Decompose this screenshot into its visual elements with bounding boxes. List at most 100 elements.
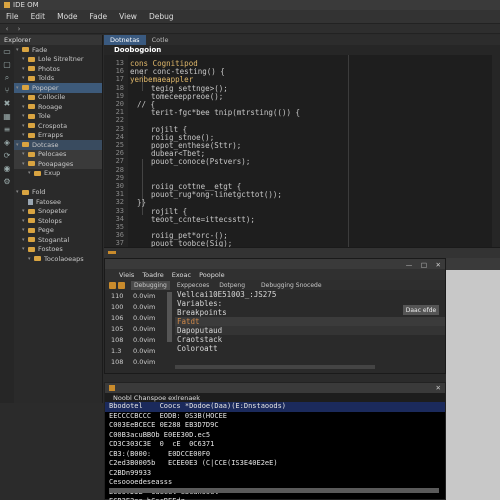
debug-icon[interactable]: ✖ [0,97,14,110]
tree-item[interactable]: ▾ Stogantal [14,235,102,245]
thread-row[interactable]: 105 0.0vim [107,323,171,334]
tree-item[interactable]: Fatosee [14,197,102,207]
thread-row[interactable]: 1.3 0.0vim [107,345,171,356]
terminal-output[interactable]: Bbodotel Coocs *Dodoe(Daa)(E:Dnstaoods) E… [105,402,445,500]
terminal-scrollbar[interactable] [109,488,439,493]
branch-icon[interactable]: ⑂ [0,84,14,97]
editor-tab[interactable]: Cotle [146,35,175,45]
tab-expressions[interactable]: Exppecoes [174,281,212,290]
tab-dotpeng[interactable]: Dotpeng [216,281,248,290]
debug-tool-icon[interactable] [118,281,125,289]
debug-action-button[interactable]: Daac efde [403,305,439,315]
debug-menu-item[interactable]: Exoac [172,271,191,279]
files-icon[interactable]: ▭ [0,45,14,58]
menu-view[interactable]: View [119,12,137,21]
minimize-icon[interactable]: — [406,261,413,269]
pane-splitter[interactable] [167,292,172,342]
list-icon[interactable]: ≡ [0,123,14,136]
thread-row[interactable]: 100 0.0vim [107,301,171,312]
thread-time: 0.0vim [133,335,156,344]
debug-body: 110 0.0vim 100 0.0vim 106 0.0vim 105 0.0vim 108 0… [105,290,445,373]
menu-file[interactable]: File [6,12,19,21]
folder-icon [28,66,35,72]
line-number: 33 [115,206,124,215]
menu-edit[interactable]: Edit [31,12,46,21]
close-icon[interactable]: ✕ [436,261,441,269]
refresh-icon[interactable]: ⟳ [0,149,14,162]
tree-item[interactable]: ▾ Tocolaoeaps [14,254,102,264]
extensions-icon[interactable]: ▦ [0,110,14,123]
terminal-line: C003EeBCECE 0E288 EB3D7D9C [109,421,219,429]
tab-debugging[interactable]: Debugging [131,280,170,290]
thread-row[interactable]: 108 0.0vim [107,334,171,345]
folder-icon[interactable]: ▢ [0,58,14,71]
line-number: 27 [115,157,124,166]
tree-item[interactable]: ▾ Dotcase [14,140,102,150]
folder-icon [34,256,41,262]
tree-item[interactable]: ▾ Collocile [14,93,102,103]
terminal-panel: ✕ Noobl Chanspoe exlrenaek Bbodotel Cooc… [104,382,446,500]
tree-item [14,178,102,188]
menu-fade[interactable]: Fade [90,12,108,21]
variable-row[interactable]: Vellcai10E51003_:JS275 [175,290,445,299]
tree-item[interactable]: ▾ Pelocaes [14,149,102,159]
tree-item[interactable]: ▾ Lole Sitreltner [14,55,102,65]
search-icon[interactable]: ⌕ [0,71,14,84]
tree-item[interactable]: ▾ Snopeter [14,207,102,217]
line-number: 20 [115,100,124,108]
tree-item[interactable]: ▾ Pege [14,226,102,236]
window-edge [446,258,500,270]
tree-item[interactable]: ▾ Rooage [14,102,102,112]
thread-row[interactable]: 106 0.0vim [107,312,171,323]
thread-row[interactable]: 108 0.0vim [107,356,171,367]
variables-view: Vellcai10E51003_:JS275 Variables: Breakpoi… [175,290,445,373]
folder-icon [22,47,29,53]
debug-scrollbar[interactable] [175,365,375,369]
menu-debug[interactable]: Debug [149,12,174,21]
tree-item[interactable]: ▾ Stolops [14,216,102,226]
variable-row[interactable]: Craotstack [175,335,445,344]
line-number: 30 [115,182,124,190]
tree-item[interactable]: ▾ Fold [14,188,102,198]
breadcrumb: Doobogoion [104,45,500,55]
maximize-icon[interactable]: □ [421,261,427,269]
explorer-header: Explorer [0,35,102,45]
forward-icon[interactable]: › [14,25,24,33]
tree-item[interactable]: ▾ Tole [14,112,102,122]
debug-menu-item[interactable]: Toadre [142,271,163,279]
debug-menu-item[interactable]: Vieis [119,271,134,279]
debug-tool-icon[interactable] [109,281,116,289]
tree-item-label: Crospota [38,121,68,130]
tree-item[interactable]: ▾ Exup [14,169,102,179]
window-title: IDE OM [13,1,39,9]
tree-item-label: Errapps [38,131,63,140]
line-number: 28 [115,165,124,174]
menu-mode[interactable]: Mode [57,12,77,21]
tree-item[interactable]: ▾ Fostoes [14,245,102,255]
tree-item[interactable]: ▾ Errapps [14,131,102,141]
thread-id: 1.3 [111,346,122,355]
tree-item[interactable]: ▾ Tolds [14,74,102,84]
tree-item[interactable]: ▾ Photos [14,64,102,74]
tree-item-label: Tole [38,112,51,121]
tree-item-label: Stolops [38,216,62,225]
tree-item-label: Fold [32,188,46,197]
user-icon[interactable]: ◉ [0,162,14,175]
line-number: 32 [115,198,124,207]
tree-item[interactable]: ▾ Crospota [14,121,102,131]
debug-menu-item[interactable]: Poopole [199,271,225,279]
editor-scrollbar[interactable] [492,55,500,247]
variable-row[interactable]: Fatdt [175,317,445,326]
tag-icon[interactable]: ◈ [0,136,14,149]
tree-item[interactable]: ▾ Popoper [14,83,102,93]
tree-item[interactable]: ▾ Fade [14,45,102,55]
thread-row[interactable]: 110 0.0vim [107,290,171,301]
back-icon[interactable]: ‹ [2,25,12,33]
settings-icon[interactable]: ⚙ [0,175,14,188]
close-icon[interactable]: ✕ [436,384,441,392]
editor-tab[interactable]: Dotnetas [104,35,146,45]
tree-item[interactable]: ▾ Pooapages [14,159,102,169]
variable-row[interactable]: Coloroatt [175,344,445,353]
variable-row[interactable]: Dapoputaud [175,326,445,335]
code-area[interactable]: 13 cons Cognitipod 16 ener conc-testing() {… [104,55,500,248]
